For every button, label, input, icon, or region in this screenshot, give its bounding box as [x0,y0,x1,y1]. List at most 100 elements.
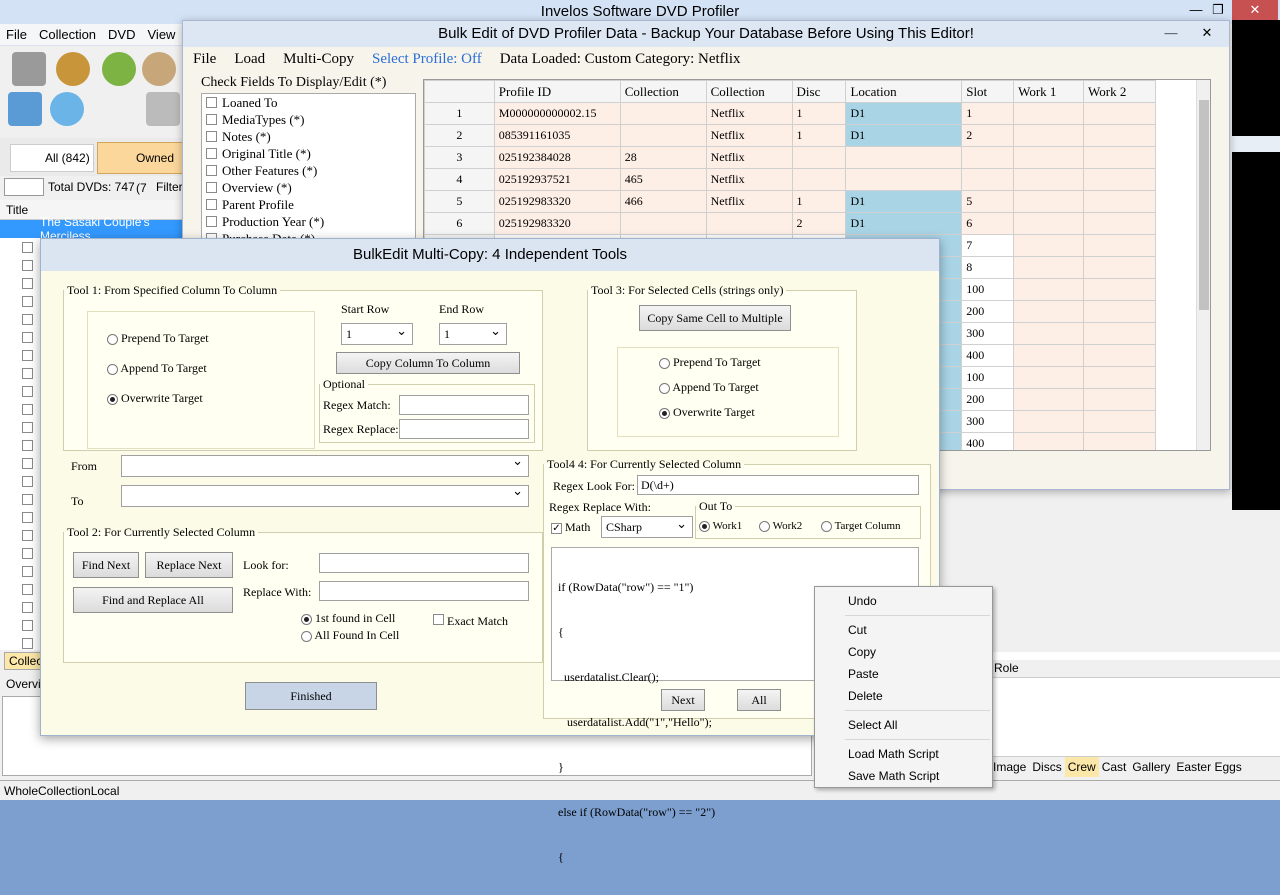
to-select[interactable] [121,483,529,507]
ctx-undo[interactable]: Undo [815,590,992,612]
table-cell[interactable] [961,146,1015,169]
table-cell[interactable]: 8 [961,256,1015,279]
role-header[interactable]: Role [990,660,1280,678]
music-icon[interactable] [8,92,42,126]
maximize-button[interactable]: ❐ [1204,0,1232,22]
tab-overview[interactable]: Overvie [2,676,47,694]
checkbox-icon[interactable] [206,131,217,142]
table-cell[interactable] [1083,432,1156,450]
checkbox-icon[interactable] [22,385,33,397]
end-row-select[interactable]: 1 [439,321,507,345]
table-cell[interactable] [1083,146,1156,169]
column-header[interactable]: Location [845,80,963,103]
table-cell[interactable]: 28 [619,146,707,169]
checkbox-icon[interactable] [206,216,217,227]
radio-selected-icon[interactable] [659,407,670,419]
from-select[interactable] [121,453,529,477]
table-cell[interactable] [1013,146,1085,169]
ctx-copy[interactable]: Copy [815,641,992,663]
checkbox-icon[interactable] [22,583,33,595]
disc-gold-icon[interactable] [56,52,90,86]
table-cell[interactable] [1083,256,1156,279]
table-cell[interactable] [791,168,847,191]
grid-scroll-thumb[interactable] [1199,100,1209,310]
start-row-select[interactable]: 1 [341,321,413,345]
table-cell[interactable]: 6 [424,212,495,235]
table-cell[interactable]: Netflix [705,146,793,169]
regex-replace-input[interactable] [399,419,529,439]
tab-cast[interactable]: Cast [1099,757,1130,777]
field-item[interactable]: Other Features (*) [202,162,415,179]
edit-icon[interactable] [142,52,176,86]
bulk-menu-multicopy[interactable]: Multi-Copy [283,51,354,67]
discs-icon[interactable] [50,92,84,126]
checkbox-icon[interactable] [22,313,33,325]
column-header[interactable]: Work 1 [1013,80,1085,103]
checkbox-icon[interactable] [22,475,33,487]
checkbox-icon[interactable] [22,367,33,379]
table-cell[interactable]: 200 [961,388,1015,411]
look-for-input[interactable] [319,553,529,573]
tab-easter-eggs[interactable]: Easter Eggs [1173,757,1244,777]
bulk-menu-profile[interactable]: Select Profile: Off [372,51,482,67]
table-cell[interactable]: M000000000002.15 [493,102,621,125]
ctx-save-math[interactable]: Save Math Script [815,765,992,787]
tool1-prepend[interactable]: Prepend To Target [107,331,209,346]
table-cell[interactable]: 1 [791,124,847,147]
table-cell[interactable]: D1 [845,212,963,235]
bulk-menu-load[interactable]: Load [234,51,265,67]
column-header[interactable]: Profile ID [493,80,621,103]
tool3-prepend[interactable]: Prepend To Target [659,355,761,370]
all-found-radio[interactable]: All Found In Cell [301,628,399,643]
table-cell[interactable] [1083,168,1156,191]
checkbox-checked-icon[interactable]: ✓ [551,523,562,534]
table-cell[interactable]: 025192384028 [493,146,621,169]
checkbox-icon[interactable] [22,529,33,541]
table-cell[interactable]: 1 [961,102,1015,125]
radio-icon[interactable] [107,363,118,375]
radio-icon[interactable] [659,357,670,369]
all-button[interactable]: All [737,689,781,711]
tool3-append[interactable]: Append To Target [659,380,759,395]
radio-icon[interactable] [821,520,832,532]
checkbox-icon[interactable] [22,493,33,505]
table-cell[interactable] [1083,278,1156,301]
radio-selected-icon[interactable] [107,393,118,405]
table-cell[interactable]: 1 [791,102,847,125]
field-item[interactable]: MediaTypes (*) [202,111,415,128]
replace-next-button[interactable]: Replace Next [145,552,233,578]
ctx-select-all[interactable]: Select All [815,714,992,736]
first-found-radio[interactable]: 1st found in Cell [301,611,395,626]
table-cell[interactable] [1013,234,1085,257]
table-cell[interactable] [961,168,1015,191]
panel-close-bar[interactable] [1232,136,1280,152]
tab-gallery[interactable]: Gallery [1129,757,1173,777]
table-cell[interactable] [1013,322,1085,345]
target-column-radio[interactable]: Target Column [821,520,901,532]
table-cell[interactable]: D1 [845,190,963,213]
table-row[interactable]: 4 025192937521 465 Netflix [424,168,1156,191]
checkbox-icon[interactable] [22,457,33,469]
field-item[interactable]: Original Title (*) [202,145,415,162]
tab-discs[interactable]: Discs [1029,757,1064,777]
sort-dropdown[interactable] [4,178,44,196]
copy-column-button[interactable]: Copy Column To Column [336,352,520,374]
tab-all[interactable]: All (842) [10,144,94,172]
table-cell[interactable]: 5 [961,190,1015,213]
table-cell[interactable] [1083,212,1156,235]
radio-icon[interactable] [301,630,312,642]
tab-collect[interactable]: Collect [4,652,46,670]
field-item[interactable]: Overview (*) [202,179,415,196]
table-cell[interactable]: D1 [845,102,963,125]
table-cell[interactable] [619,124,707,147]
table-cell[interactable]: 1 [791,190,847,213]
field-item[interactable]: Production Year (*) [202,213,415,230]
table-cell[interactable] [1013,388,1085,411]
table-cell[interactable] [1083,234,1156,257]
filter-label[interactable]: Filter [156,180,183,194]
table-cell[interactable] [1013,344,1085,367]
table-cell[interactable]: 4 [424,168,495,191]
checkbox-icon[interactable] [22,439,33,451]
table-cell[interactable]: 7 [961,234,1015,257]
table-cell[interactable]: 200 [961,300,1015,323]
